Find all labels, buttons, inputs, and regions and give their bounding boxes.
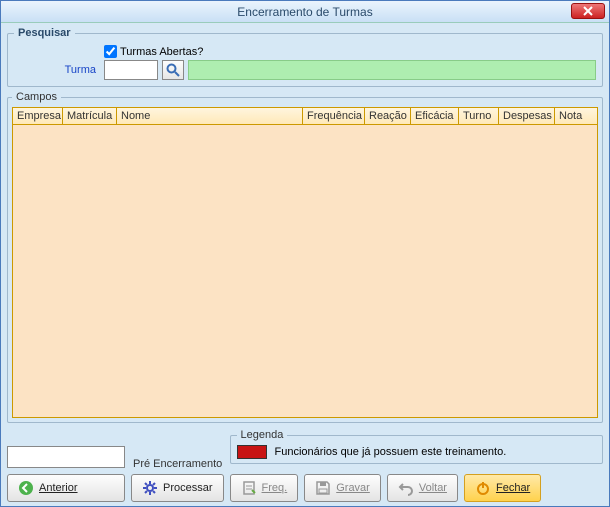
- turma-label: Turma: [14, 64, 100, 76]
- pre-encerramento-col: Pré Encerramento Processar: [131, 458, 224, 502]
- grid[interactable]: Empresa Matrícula Nome Frequência Reação…: [12, 107, 598, 418]
- voltar-label: Voltar: [419, 482, 447, 494]
- save-icon: [315, 480, 331, 496]
- freq-button[interactable]: Freq.: [230, 474, 299, 502]
- col-reacao[interactable]: Reação: [365, 108, 411, 124]
- window-title: Encerramento de Turmas: [1, 5, 609, 19]
- legenda-text: Funcionários que já possuem este treinam…: [275, 446, 507, 458]
- turma-lookup-button[interactable]: [162, 60, 184, 80]
- search-icon: [165, 62, 181, 78]
- col-frequencia[interactable]: Frequência: [303, 108, 365, 124]
- freq-label: Freq.: [262, 482, 288, 494]
- turmas-abertas-label: Turmas Abertas?: [120, 46, 203, 58]
- pre-encerramento-label: Pré Encerramento: [131, 458, 224, 470]
- window: Encerramento de Turmas Pesquisar Turmas …: [0, 0, 610, 507]
- processar-button[interactable]: Processar: [131, 474, 224, 502]
- turmas-abertas-row: Turmas Abertas?: [104, 45, 596, 58]
- col-matricula[interactable]: Matrícula: [63, 108, 117, 124]
- legenda-row: Funcionários que já possuem este treinam…: [237, 445, 596, 459]
- power-icon: [475, 480, 491, 496]
- pesquisar-legend: Pesquisar: [14, 27, 75, 39]
- body: Pesquisar Turmas Abertas? Turma Campos: [1, 23, 609, 506]
- action-buttons-row: Freq. Gravar Voltar: [230, 474, 603, 502]
- undo-icon: [398, 480, 414, 496]
- bottom-area: Anterior Pré Encerramento Processar Lege…: [7, 427, 603, 502]
- close-button[interactable]: [571, 3, 605, 19]
- gravar-label: Gravar: [336, 482, 370, 494]
- titlebar: Encerramento de Turmas: [1, 1, 609, 23]
- turma-input[interactable]: [104, 60, 158, 80]
- col-eficacia[interactable]: Eficácia: [411, 108, 459, 124]
- voltar-button[interactable]: Voltar: [387, 474, 458, 502]
- pesquisar-group: Pesquisar Turmas Abertas? Turma: [7, 27, 603, 87]
- turma-row: Turma: [14, 60, 596, 80]
- turma-display: [188, 60, 596, 80]
- grid-body[interactable]: [13, 125, 597, 417]
- grid-header-row: Empresa Matrícula Nome Frequência Reação…: [13, 108, 597, 125]
- turmas-abertas-checkbox[interactable]: [104, 45, 117, 58]
- clipboard-icon: [241, 480, 257, 496]
- col-empresa[interactable]: Empresa: [13, 108, 63, 124]
- bottom-edit-input[interactable]: [7, 446, 125, 468]
- campos-wrapper: Campos Empresa Matrícula Nome Frequência…: [7, 91, 603, 423]
- close-icon: [583, 6, 593, 16]
- anterior-label: Anterior: [39, 482, 78, 494]
- processar-label: Processar: [163, 482, 213, 494]
- arrow-left-icon: [18, 480, 34, 496]
- gear-icon: [142, 480, 158, 496]
- anterior-button[interactable]: Anterior: [7, 474, 125, 502]
- legenda-swatch: [237, 445, 267, 459]
- col-nome[interactable]: Nome: [117, 108, 303, 124]
- legenda-legend: Legenda: [237, 429, 288, 441]
- col-nota[interactable]: Nota: [555, 108, 597, 124]
- campos-group: Campos Empresa Matrícula Nome Frequência…: [7, 91, 603, 423]
- legenda-group: Legenda Funcionários que já possuem este…: [230, 429, 603, 464]
- campos-legend: Campos: [12, 91, 61, 103]
- col-turno[interactable]: Turno: [459, 108, 499, 124]
- fechar-button[interactable]: Fechar: [464, 474, 541, 502]
- gravar-button[interactable]: Gravar: [304, 474, 381, 502]
- col-despesas[interactable]: Despesas: [499, 108, 555, 124]
- fechar-label: Fechar: [496, 482, 530, 494]
